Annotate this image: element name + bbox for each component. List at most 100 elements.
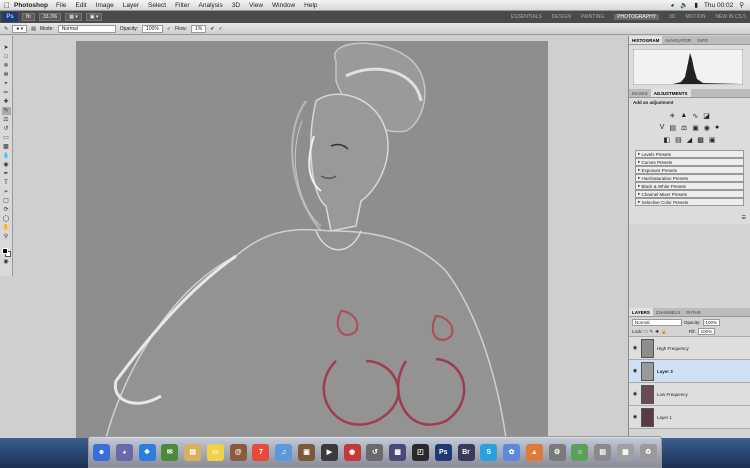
size-pressure-icon[interactable]: ✓ [219, 26, 223, 32]
safari-icon[interactable]: ❖ [138, 443, 156, 461]
preset-exposure[interactable]: ▸ Exposure Presets [635, 166, 744, 174]
invert-icon[interactable]: ◧ [664, 136, 671, 144]
workspace-3d[interactable]: 3D [669, 14, 675, 20]
type-tool-icon[interactable]: T [2, 179, 11, 187]
clone-stamp-tool-icon[interactable]: ⚖ [2, 116, 11, 124]
bridge-icon[interactable]: Br [457, 443, 475, 461]
selective-color-icon[interactable]: ▣ [709, 136, 716, 144]
workspace-essentials[interactable]: ESSENTIALS [511, 14, 542, 20]
mode-select[interactable]: Normal [57, 24, 116, 33]
lock-all-icon[interactable]: 🔒 [661, 329, 667, 335]
menu-filter[interactable]: Filter [175, 2, 189, 9]
tab-adjustments[interactable]: ADJUSTMENTS [650, 89, 691, 97]
menu-file[interactable]: File [56, 2, 66, 9]
system-preferences-icon[interactable]: ⚙ [548, 443, 566, 461]
mail-icon[interactable]: ✉ [161, 443, 179, 461]
address-book-icon[interactable]: @ [229, 443, 247, 461]
color-balance-icon[interactable]: ⚖ [681, 124, 687, 132]
battery-icon[interactable]: ▮ [694, 1, 698, 9]
time-machine-icon[interactable]: ↺ [366, 443, 384, 461]
layer-name[interactable]: High Frequency [657, 346, 689, 351]
opacity-input[interactable]: 100% [142, 24, 163, 33]
curves-icon[interactable]: ∿ [692, 112, 698, 120]
screen-mode-button[interactable]: ▣ ▾ [85, 13, 103, 21]
threshold-icon[interactable]: ◢ [687, 136, 692, 144]
eyedropper-tool-icon[interactable]: ✏ [2, 89, 11, 97]
document-canvas[interactable] [76, 41, 548, 438]
volume-icon[interactable]: 🔈 [680, 1, 688, 9]
black-white-icon[interactable]: ▣ [692, 124, 699, 132]
visibility-eye-icon[interactable]: ◉ [632, 391, 638, 397]
preset-levels[interactable]: ▸ Levels Presets [635, 150, 744, 158]
posterize-icon[interactable]: ▤ [675, 136, 682, 144]
opacity-pressure-icon[interactable]: ✓ [167, 26, 171, 32]
brush-tool-icon[interactable]: ✎ [1, 107, 11, 115]
lasso-tool-icon[interactable]: ❄ [2, 62, 11, 70]
spotlight-icon[interactable]: ⚲ [739, 1, 744, 9]
layer-row-layer-3[interactable]: ◉ Layer 3 [629, 360, 750, 383]
itunes-icon[interactable]: ♫ [275, 443, 293, 461]
tab-channels[interactable]: CHANNELS [653, 308, 684, 316]
dodge-tool-icon[interactable]: ◉ [2, 161, 11, 169]
hand-tool-icon[interactable]: ✋ [2, 224, 11, 232]
path-select-tool-icon[interactable]: ➢ [2, 188, 11, 196]
menu-analysis[interactable]: Analysis [199, 2, 223, 9]
zoom-tool-icon[interactable]: ⚲ [2, 233, 11, 241]
fill-input[interactable]: 100% [697, 328, 716, 335]
layer-name[interactable]: Layer 1 [657, 415, 672, 420]
menu-view[interactable]: View [249, 2, 263, 9]
menu-3d[interactable]: 3D [232, 2, 240, 9]
layer-name[interactable]: Layer 3 [657, 369, 673, 374]
tab-histogram[interactable]: HISTOGRAM [629, 36, 663, 44]
visibility-eye-icon[interactable]: ◉ [632, 345, 638, 351]
dashboard-icon[interactable]: ◕ [115, 443, 133, 461]
bridge-button[interactable]: Br [22, 13, 35, 21]
brightness-contrast-icon[interactable]: ☀ [669, 112, 675, 120]
visibility-eye-icon[interactable]: ◉ [632, 368, 638, 374]
workspace-painting[interactable]: PAINTING [581, 14, 604, 20]
photoshop-icon[interactable]: Ps [434, 443, 452, 461]
history-brush-tool-icon[interactable]: ↺ [2, 125, 11, 133]
channel-mixer-icon[interactable]: ● [715, 124, 719, 132]
iphoto-icon[interactable]: ▣ [298, 443, 316, 461]
layer-row-low-frequency[interactable]: ◉ Low Frequency [629, 383, 750, 406]
vibrance-icon[interactable]: V [660, 124, 665, 132]
lock-position-icon[interactable]: ✚ [655, 329, 659, 335]
foreground-color-swatch[interactable] [1, 248, 8, 254]
menu-edit[interactable]: Edit [75, 2, 86, 9]
brush-tool-icon[interactable]: ✎ [4, 26, 8, 32]
layer-row-high-frequency[interactable]: ◉ High Frequency [629, 337, 750, 360]
documents-stack-icon[interactable]: ▦ [616, 443, 634, 461]
levels-icon[interactable]: ▲ [680, 112, 687, 120]
spaces-icon[interactable]: ▦ [389, 443, 407, 461]
tab-navigator[interactable]: NAVIGATOR [662, 36, 694, 44]
vlc-icon[interactable]: ▲ [525, 443, 543, 461]
ical-icon[interactable]: 7 [252, 443, 270, 461]
flow-input[interactable]: 1% [191, 24, 207, 33]
trash-icon[interactable]: ♻ [639, 443, 657, 461]
preset-black-white[interactable]: ▸ Black & White Presets [635, 182, 744, 190]
zoom-level[interactable]: 33.3% [39, 13, 62, 21]
app-menu[interactable]: Photoshop [14, 2, 48, 9]
quick-select-tool-icon[interactable]: ✻ [2, 71, 11, 79]
workspace-motion[interactable]: MOTION [685, 14, 705, 20]
blur-tool-icon[interactable]: 💧 [2, 152, 11, 160]
finder-icon[interactable]: ☻ [93, 443, 110, 461]
adjustment-options-icon[interactable]: ☰ [742, 215, 746, 221]
quick-mask-icon[interactable]: ◉ [2, 258, 11, 266]
crop-tool-icon[interactable]: ⌖ [2, 80, 11, 88]
workspace-new-in-cs5[interactable]: NEW IN CS 5 [715, 14, 746, 20]
tab-paths[interactable]: PATHS [683, 308, 703, 316]
layer-row-layer-1[interactable]: ◉ Layer 1 [629, 406, 750, 429]
folder-icon[interactable]: ▤ [594, 443, 612, 461]
stickies-icon[interactable]: ▭ [206, 443, 224, 461]
app-store-icon[interactable]: ✿ [503, 443, 521, 461]
workspace-photography[interactable]: PHOTOGRAPHY [614, 14, 660, 20]
color-swatches[interactable] [1, 248, 11, 257]
3d-orbit-tool-icon[interactable]: ◯ [2, 215, 11, 223]
photo-booth-icon[interactable]: ◉ [343, 443, 361, 461]
move-tool-icon[interactable]: ➤ [2, 44, 11, 52]
shape-tool-icon[interactable]: ▢ [2, 197, 11, 205]
tab-info[interactable]: INFO [694, 36, 711, 44]
healing-tool-icon[interactable]: ✚ [2, 98, 11, 106]
